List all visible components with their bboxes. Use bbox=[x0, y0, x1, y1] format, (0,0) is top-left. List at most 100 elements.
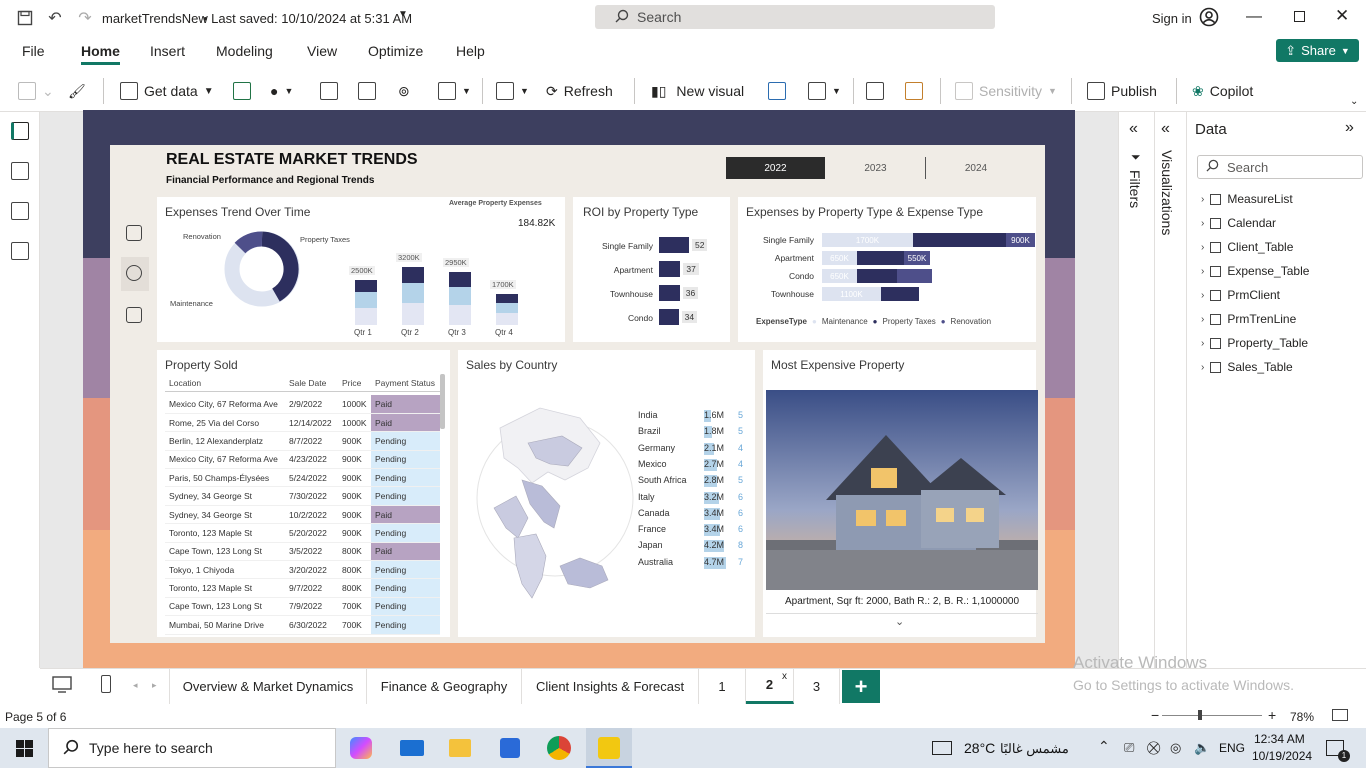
save-icon[interactable] bbox=[16, 9, 34, 27]
excel-icon[interactable] bbox=[233, 80, 251, 102]
menu-view[interactable]: View bbox=[307, 43, 337, 59]
new-measure-icon[interactable] bbox=[866, 80, 884, 102]
zoom-slider[interactable] bbox=[1162, 715, 1262, 716]
expense-bar-segment[interactable] bbox=[881, 287, 919, 301]
expand-data-icon[interactable]: » bbox=[1345, 119, 1354, 137]
prev-page-icon[interactable]: ◂ bbox=[133, 680, 138, 691]
table-row[interactable]: Mexico City, 67 Reforma Ave 2/9/2022 1000K… bbox=[165, 395, 440, 414]
page-tab-1[interactable]: 1 bbox=[699, 668, 746, 704]
fit-to-page-icon[interactable] bbox=[1332, 709, 1348, 721]
filters-pane[interactable]: « ⏷ Filters bbox=[1118, 112, 1154, 668]
next-page-icon[interactable]: ▸ bbox=[152, 680, 157, 691]
close-icon[interactable]: ✕ bbox=[1335, 6, 1349, 26]
table-row[interactable]: Cape Town, 123 Long St 7/9/2022 700K Pendin… bbox=[165, 597, 440, 617]
volume-icon[interactable]: 🔈 bbox=[1194, 740, 1210, 756]
roi-bar[interactable] bbox=[659, 261, 681, 277]
mail-app-icon[interactable] bbox=[400, 740, 424, 756]
table-row[interactable]: Toronto, 123 Maple St 9/7/2022 800K Pending bbox=[165, 578, 440, 598]
recent-sources-icon[interactable]: ▼ bbox=[438, 80, 471, 102]
expense-bar-segment[interactable]: 900K bbox=[1006, 233, 1035, 247]
table-row[interactable]: Toronto, 123 Maple St 5/20/2022 900K Pendin… bbox=[165, 523, 440, 543]
clock-date[interactable]: 10/19/2024 bbox=[1252, 749, 1312, 763]
data-table-item[interactable]: › Sales_Table bbox=[1201, 360, 1293, 374]
dataverse-icon[interactable]: ⊚ bbox=[398, 80, 410, 102]
quarter-bar-3[interactable] bbox=[449, 271, 471, 287]
expense-bar-segment[interactable] bbox=[857, 251, 904, 265]
minimize-icon[interactable]: — bbox=[1246, 8, 1262, 26]
table-row[interactable]: Berlin, 12 Alexanderplatz 8/7/2022 900K Pen… bbox=[165, 431, 440, 451]
data-pane[interactable]: Data » Search › MeasureList › Calendar › Clie… bbox=[1186, 112, 1366, 668]
roi-bar[interactable] bbox=[659, 237, 689, 253]
add-page-button[interactable]: + bbox=[842, 670, 880, 703]
weather-temp[interactable]: 28°C bbox=[964, 740, 995, 756]
collapse-ribbon-icon[interactable]: ⌄ bbox=[1350, 96, 1358, 107]
menu-file[interactable]: File bbox=[22, 43, 45, 59]
quarter-bar-1[interactable] bbox=[355, 279, 377, 293]
col-sale-date[interactable]: Sale Date bbox=[289, 378, 326, 388]
visualizations-pane[interactable]: « Visualizations bbox=[1154, 112, 1186, 668]
table-row[interactable]: Sydney, 34 George St 10/2/2022 900K Paid bbox=[165, 505, 440, 525]
report-view-icon[interactable] bbox=[11, 122, 29, 140]
paste-icon[interactable]: ⌄ bbox=[18, 80, 54, 102]
network-icon[interactable]: ⛒ bbox=[1147, 740, 1160, 756]
table-row[interactable]: Paris, 50 Champs-Élysées 5/24/2022 900K Pen… bbox=[165, 468, 440, 488]
store-app-icon[interactable] bbox=[500, 738, 520, 758]
col-price[interactable]: Price bbox=[342, 378, 361, 388]
sign-in-link[interactable]: Sign in bbox=[1152, 11, 1192, 26]
expense-bar-segment[interactable] bbox=[913, 233, 1006, 247]
table-row[interactable]: Sydney, 34 George St 7/30/2022 900K Pending bbox=[165, 486, 440, 506]
expense-bar-segment[interactable]: 650K bbox=[822, 269, 857, 283]
table-scrollbar[interactable] bbox=[440, 374, 445, 429]
quarter-bar-4-mid[interactable] bbox=[496, 302, 518, 314]
taskbar-search[interactable]: Type here to search bbox=[48, 728, 336, 768]
onelake-icon[interactable]: ● ▼ bbox=[270, 80, 293, 102]
quick-measure-icon[interactable] bbox=[905, 80, 923, 102]
quarter-bar-4-base[interactable] bbox=[496, 313, 518, 325]
collapse-filters-icon[interactable]: « bbox=[1129, 120, 1138, 138]
redo-icon[interactable]: ↷ bbox=[76, 9, 94, 27]
camera-icon[interactable]: ⎚ bbox=[1124, 740, 1134, 756]
data-table-item[interactable]: › Client_Table bbox=[1201, 240, 1293, 254]
transform-data-icon[interactable]: ▼ bbox=[496, 80, 529, 102]
col-payment-status[interactable]: Payment Status bbox=[375, 378, 435, 388]
expense-bar-segment[interactable] bbox=[857, 269, 897, 283]
text-box-icon[interactable] bbox=[768, 80, 786, 102]
file-explorer-icon[interactable] bbox=[449, 739, 471, 757]
share-button[interactable]: ⇪ Share ▼ bbox=[1276, 39, 1359, 62]
roi-card[interactable]: ROI by Property Type Single Family 52 Apar… bbox=[573, 197, 730, 342]
table-row[interactable]: Mexico City, 67 Reforma Ave 4/23/2022 900K… bbox=[165, 450, 440, 470]
page-tab-3[interactable]: 3 bbox=[794, 668, 840, 704]
menu-modeling[interactable]: Modeling bbox=[216, 43, 273, 59]
new-visual-button[interactable]: ▮▯ New visual bbox=[651, 80, 744, 102]
quarter-bar-1-mid[interactable] bbox=[355, 292, 377, 308]
quarter-bar-1-base[interactable] bbox=[355, 307, 377, 325]
property-sold-card[interactable]: Property Sold Location Sale Date Price P… bbox=[157, 350, 450, 637]
table-row[interactable]: Rome, 25 Via del Corso 12/14/2022 1000K Pai… bbox=[165, 413, 440, 433]
data-search-input[interactable]: Search bbox=[1197, 155, 1363, 179]
expense-bar-segment[interactable] bbox=[897, 269, 932, 283]
data-table-item[interactable]: › Property_Table bbox=[1201, 336, 1308, 350]
menu-home[interactable]: Home bbox=[81, 43, 120, 65]
data-table-item[interactable]: › PrmTrenLine bbox=[1201, 312, 1296, 326]
expense-bar-segment[interactable]: 1100K bbox=[822, 287, 881, 301]
quarter-bar-2-base[interactable] bbox=[402, 302, 424, 325]
expense-bar-segment[interactable]: 1700K bbox=[822, 233, 913, 247]
quarter-bar-3-mid[interactable] bbox=[449, 286, 471, 305]
year-slicer-2023[interactable]: 2023 bbox=[826, 157, 926, 179]
data-table-item[interactable]: › Expense_Table bbox=[1201, 264, 1309, 278]
more-visuals-icon[interactable]: ▼ bbox=[808, 80, 841, 102]
zoom-slider-thumb[interactable] bbox=[1198, 710, 1202, 720]
most-expensive-card[interactable]: Most Expensive Property Apartment, Sqr f… bbox=[763, 350, 1038, 637]
model-view-icon[interactable] bbox=[11, 202, 29, 220]
data-table-item[interactable]: › Calendar bbox=[1201, 216, 1276, 230]
expenses-by-type-card[interactable]: Expenses by Property Type & Expense Type… bbox=[738, 197, 1036, 342]
collapse-viz-icon[interactable]: « bbox=[1161, 120, 1170, 138]
client-nav-icon[interactable] bbox=[126, 307, 142, 323]
table-row[interactable]: Tokyo, 1 Chiyoda 3/20/2022 800K Pending bbox=[165, 560, 440, 580]
year-slicer-2022[interactable]: 2022 bbox=[726, 157, 825, 179]
expense-bar-segment[interactable]: 650K bbox=[822, 251, 857, 265]
page-tab-finance[interactable]: Finance & Geography bbox=[367, 668, 522, 704]
refresh-button[interactable]: ⟳ Refresh bbox=[546, 80, 613, 102]
format-painter-icon[interactable]: 🖌 bbox=[68, 80, 86, 102]
menu-optimize[interactable]: Optimize bbox=[368, 43, 423, 59]
